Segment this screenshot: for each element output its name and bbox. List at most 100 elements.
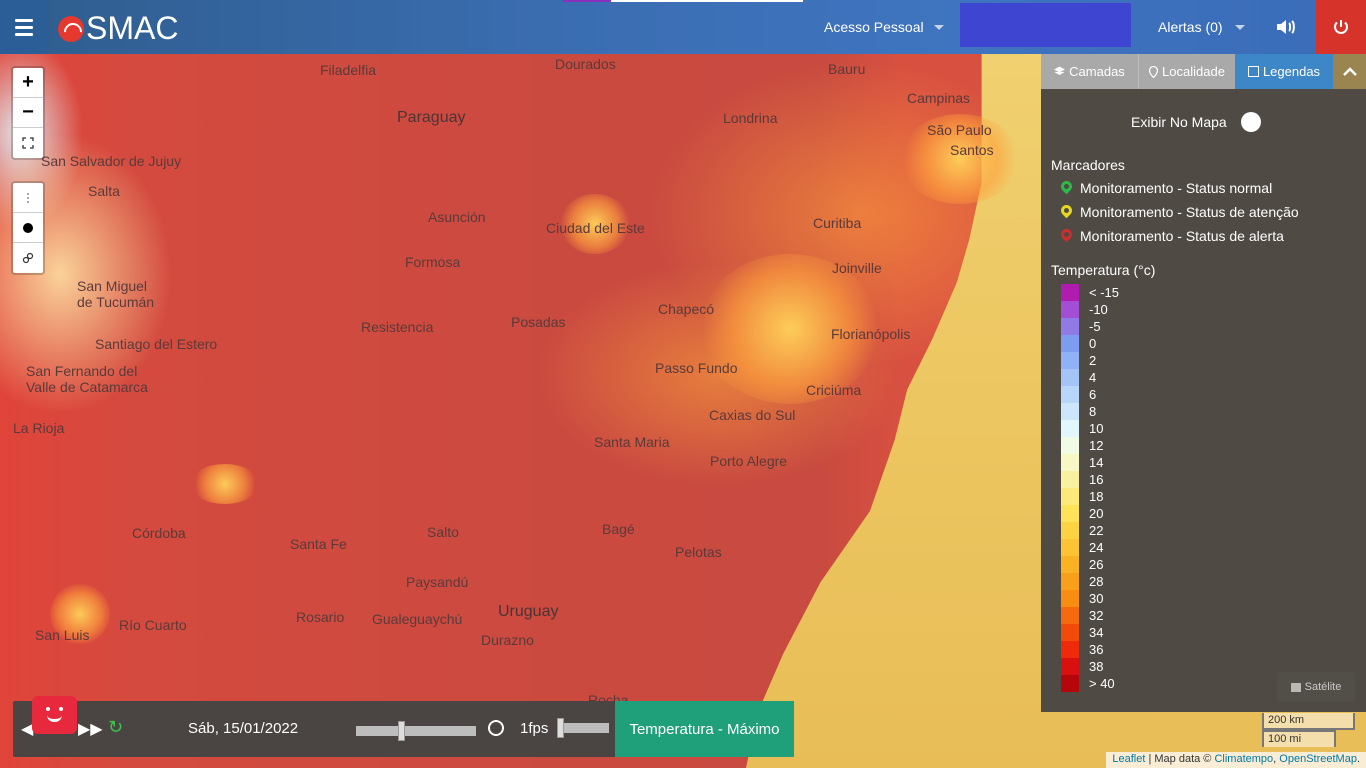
scale-label: 36 bbox=[1089, 642, 1104, 657]
power-icon bbox=[1334, 20, 1348, 34]
temperature-scale-title: Temperatura (°c) bbox=[1051, 262, 1156, 278]
collapse-panel-button[interactable] bbox=[1333, 54, 1366, 89]
scale-swatch bbox=[1061, 675, 1079, 692]
alerts-dropdown[interactable]: Alertas (0) bbox=[1158, 19, 1245, 35]
time-slider[interactable] bbox=[356, 721, 476, 741]
tab-legendas[interactable]: Legendas bbox=[1235, 54, 1333, 89]
scale-label: 14 bbox=[1089, 455, 1104, 470]
scale-swatch bbox=[1061, 607, 1079, 624]
volume-button[interactable] bbox=[1274, 15, 1298, 39]
zoom-out-button[interactable]: − bbox=[13, 98, 43, 128]
access-panel[interactable] bbox=[960, 3, 1131, 47]
draw-control bbox=[11, 181, 45, 275]
place-label: Santiago del Estero bbox=[95, 336, 218, 352]
zoom-in-button[interactable]: + bbox=[13, 68, 43, 98]
place-label: Posadas bbox=[511, 314, 566, 330]
map-pin-icon bbox=[1149, 65, 1159, 78]
marker-legend-item: Monitoramento - Status de atenção bbox=[1061, 204, 1299, 220]
scale-label: 28 bbox=[1089, 574, 1104, 589]
scale-label: 4 bbox=[1089, 370, 1097, 385]
chatbot-mouth bbox=[47, 715, 62, 722]
scale-row: 38 bbox=[1061, 658, 1119, 675]
scale-mi: 100 mi bbox=[1262, 730, 1336, 747]
scale-swatch bbox=[1061, 301, 1079, 318]
chatbot-button[interactable] bbox=[32, 696, 77, 734]
scale-row: 0 bbox=[1061, 335, 1119, 352]
show-on-map-row: Exibir No Mapa bbox=[1131, 112, 1261, 132]
marker-label: Monitoramento - Status de atenção bbox=[1080, 204, 1299, 220]
tab-label: Legendas bbox=[1262, 64, 1321, 79]
place-label: Caxias do Sul bbox=[709, 407, 796, 423]
panel-tabs: Camadas Localidade Legendas bbox=[1041, 54, 1366, 89]
leaflet-link[interactable]: Leaflet bbox=[1112, 753, 1145, 765]
menu-button[interactable] bbox=[0, 0, 47, 54]
place-label: Río Cuarto bbox=[119, 617, 187, 633]
temperature-scale: < -15 -10 -5 0 2 4 6 8 10 12 14 16 18 20 22 24 26 28 30 32 3… bbox=[1061, 284, 1119, 692]
scale-swatch bbox=[1061, 284, 1079, 301]
place-label: Bagé bbox=[602, 521, 635, 537]
app-logo[interactable]: SMAC bbox=[58, 10, 178, 47]
scale-label: 38 bbox=[1089, 659, 1104, 674]
fps-slider[interactable] bbox=[557, 718, 609, 738]
place-label: Criciúma bbox=[806, 382, 862, 398]
scale-row: 28 bbox=[1061, 573, 1119, 590]
scale-label: -5 bbox=[1089, 319, 1101, 334]
show-on-map-toggle[interactable] bbox=[1240, 112, 1261, 132]
scale-label: 16 bbox=[1089, 472, 1104, 487]
tab-localidade[interactable]: Localidade bbox=[1138, 54, 1235, 89]
logout-button[interactable] bbox=[1316, 0, 1366, 54]
scale-swatch bbox=[1061, 658, 1079, 675]
fps-slider-thumb[interactable] bbox=[557, 718, 564, 738]
next-frame-button[interactable]: ▶▶ bbox=[78, 719, 103, 739]
satellite-button[interactable]: Satélite bbox=[1277, 672, 1355, 702]
scale-row: 6 bbox=[1061, 386, 1119, 403]
scale-swatch bbox=[1061, 369, 1079, 386]
scale-row: 10 bbox=[1061, 420, 1119, 437]
place-label: Chapecó bbox=[658, 301, 715, 317]
scale-label: 8 bbox=[1089, 404, 1097, 419]
draw-line-button[interactable] bbox=[13, 183, 43, 213]
place-label: La Rioja bbox=[13, 420, 65, 436]
scale-label: < -15 bbox=[1089, 285, 1119, 300]
time-slider-thumb[interactable] bbox=[397, 721, 405, 741]
fullscreen-icon bbox=[22, 137, 34, 149]
show-on-map-label: Exibir No Mapa bbox=[1131, 114, 1227, 130]
dotted-line-icon bbox=[27, 192, 29, 203]
place-label: Durazno bbox=[481, 632, 534, 648]
chatbot-eye bbox=[46, 707, 50, 711]
scale-row: 16 bbox=[1061, 471, 1119, 488]
draw-point-button[interactable] bbox=[13, 213, 43, 243]
scale-label: 24 bbox=[1089, 540, 1104, 555]
caret-down-icon bbox=[933, 24, 944, 30]
place-label: Rosario bbox=[296, 609, 345, 625]
climatempo-link[interactable]: Climatempo bbox=[1214, 753, 1273, 765]
scale-row: 14 bbox=[1061, 454, 1119, 471]
place-label: Santa Maria bbox=[594, 434, 670, 450]
personal-access-dropdown[interactable]: Acesso Pessoal bbox=[824, 19, 944, 35]
square-icon bbox=[1247, 66, 1259, 77]
scale-swatch bbox=[1061, 505, 1079, 522]
place-label: Joinville bbox=[832, 260, 882, 276]
scale-row: 20 bbox=[1061, 505, 1119, 522]
scale-row: -10 bbox=[1061, 301, 1119, 318]
osm-link[interactable]: OpenStreetMap bbox=[1279, 753, 1357, 765]
scale-swatch bbox=[1061, 318, 1079, 335]
refresh-icon[interactable]: ↻ bbox=[108, 717, 123, 738]
map-pin-icon bbox=[1061, 205, 1072, 220]
place-label: San Fernando del Valle de Catamarca bbox=[26, 363, 148, 395]
fullscreen-button[interactable] bbox=[13, 128, 43, 158]
link-tool-button[interactable] bbox=[13, 243, 43, 273]
active-layer-label: Temperatura - Máximo bbox=[615, 701, 794, 757]
scale-row: 22 bbox=[1061, 522, 1119, 539]
zoom-control: + − bbox=[11, 66, 45, 160]
scale-label: 6 bbox=[1089, 387, 1097, 402]
place-label: Passo Fundo bbox=[655, 360, 738, 376]
place-label: Asunción bbox=[428, 209, 486, 225]
tab-label: Camadas bbox=[1069, 64, 1125, 79]
scale-label: > 40 bbox=[1089, 676, 1115, 691]
logo-icon bbox=[58, 15, 84, 42]
scale-row: 24 bbox=[1061, 539, 1119, 556]
scale-swatch bbox=[1061, 403, 1079, 420]
place-label: Santa Fe bbox=[290, 536, 347, 552]
tab-camadas[interactable]: Camadas bbox=[1041, 54, 1138, 89]
